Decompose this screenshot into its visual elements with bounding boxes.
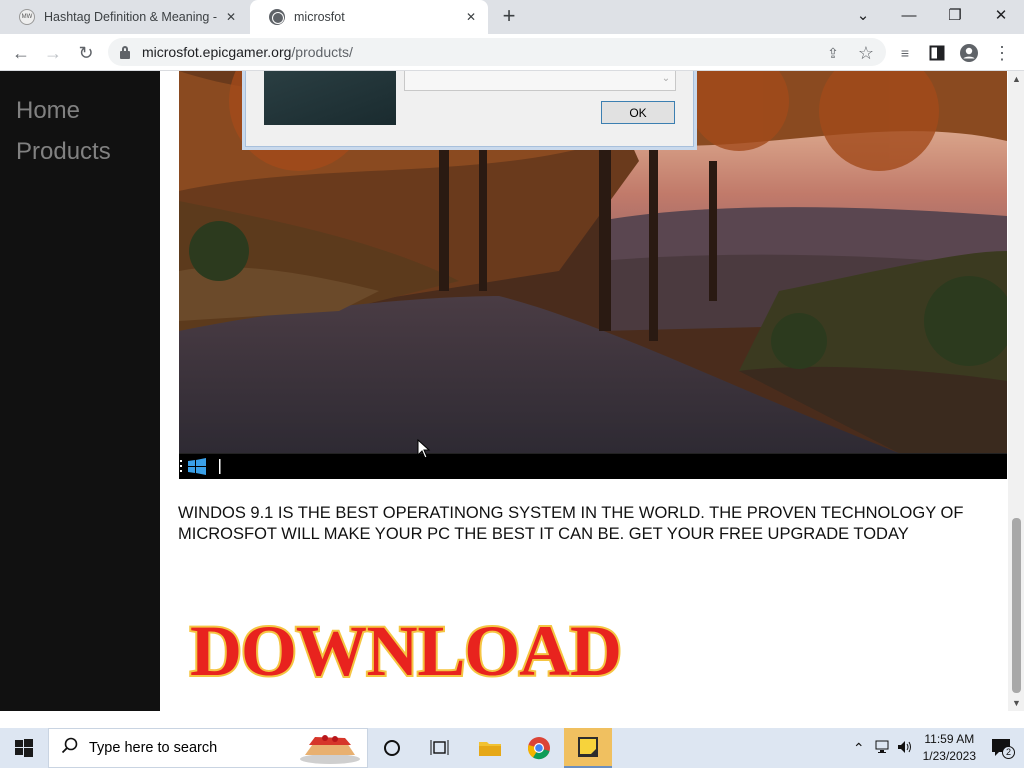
windows-logo-icon bbox=[180, 458, 221, 475]
clock-date: 1/23/2023 bbox=[922, 749, 976, 763]
dialog-preview-image bbox=[264, 71, 396, 125]
download-button[interactable]: DOWNLOAD bbox=[186, 609, 626, 693]
system-tray: ⌃ 11:59 AM 1/23/2023 2 bbox=[853, 728, 1024, 768]
forward-arrow-icon[interactable]: → bbox=[40, 40, 66, 66]
chevron-up-icon[interactable]: ⌃ bbox=[853, 740, 865, 757]
upgrade-dialog: ⌄ OK bbox=[245, 71, 694, 147]
network-icon[interactable] bbox=[875, 740, 891, 757]
sidebar-item-home[interactable]: Home bbox=[16, 97, 80, 125]
dialog-dropdown[interactable]: ⌄ bbox=[404, 71, 676, 91]
task-view-icon[interactable] bbox=[416, 728, 464, 768]
lock-icon[interactable] bbox=[119, 45, 131, 59]
product-description: WINDOS 9.1 IS THE BEST OPERATINONG SYSTE… bbox=[178, 504, 964, 543]
tab-search-chevron-icon[interactable]: ⌄ bbox=[840, 0, 886, 30]
notification-count-badge: 2 bbox=[1002, 746, 1015, 759]
merriam-webster-favicon-icon: MW bbox=[19, 9, 35, 25]
menu-kebab-icon[interactable]: ⋮ bbox=[989, 40, 1015, 66]
tab-hashtag-definition[interactable]: MW Hashtag Definition & Meaning - ✕ bbox=[0, 0, 248, 34]
chevron-down-icon: ⌄ bbox=[661, 73, 671, 84]
mouse-cursor-icon bbox=[417, 439, 431, 459]
bookmark-star-icon[interactable]: ☆ bbox=[853, 40, 879, 66]
close-window-button[interactable]: ✕ bbox=[978, 0, 1024, 30]
tab-title: microsfot bbox=[294, 10, 345, 24]
share-icon[interactable]: ⇪ bbox=[820, 40, 846, 66]
file-explorer-icon[interactable] bbox=[466, 728, 514, 768]
close-tab-icon[interactable]: ✕ bbox=[462, 8, 480, 26]
browser-toolbar: ← → ↻ microsfot.epicgamer.org/products/ … bbox=[0, 34, 1024, 71]
clock-time: 11:59 AM bbox=[924, 732, 975, 746]
windows-start-icon bbox=[15, 739, 33, 757]
search-highlight-pie-icon bbox=[297, 733, 363, 769]
notification-center-icon[interactable]: 2 bbox=[988, 734, 1016, 762]
chrome-icon[interactable] bbox=[515, 728, 563, 768]
taskbar-search-box[interactable]: Type here to search bbox=[48, 728, 368, 768]
taskbar-clock[interactable]: 11:59 AM 1/23/2023 bbox=[923, 731, 976, 765]
url-path: /products/ bbox=[291, 44, 353, 60]
cortana-icon[interactable] bbox=[368, 728, 416, 768]
search-placeholder: Type here to search bbox=[89, 740, 218, 756]
url-host: microsfot.epicgamer.org bbox=[142, 44, 292, 60]
tab-title: Hashtag Definition & Meaning - bbox=[44, 10, 218, 24]
fake-taskbar-strip bbox=[179, 453, 1007, 479]
browser-tab-bar: MW Hashtag Definition & Meaning - ✕ micr… bbox=[0, 0, 1024, 34]
sidebar: Home Products bbox=[0, 71, 160, 711]
download-label: DOWNLOAD bbox=[190, 611, 622, 691]
media-queue-icon[interactable]: ≡ bbox=[892, 40, 918, 66]
search-icon bbox=[61, 737, 79, 759]
globe-favicon-icon bbox=[269, 9, 285, 25]
back-arrow-icon[interactable]: ← bbox=[8, 40, 34, 66]
scroll-up-arrow-icon[interactable]: ▲ bbox=[1012, 74, 1021, 84]
side-panel-icon[interactable] bbox=[924, 40, 950, 66]
ok-button[interactable]: OK bbox=[601, 101, 675, 124]
sticky-notes-icon[interactable] bbox=[564, 728, 612, 768]
restore-button[interactable]: ❐ bbox=[932, 0, 978, 30]
profile-avatar-icon[interactable] bbox=[956, 40, 982, 66]
close-tab-icon[interactable]: ✕ bbox=[222, 8, 240, 26]
volume-icon[interactable] bbox=[897, 740, 913, 757]
vertical-scrollbar[interactable]: ▲ ▼ bbox=[1008, 71, 1024, 711]
page-viewport: Home Products ⌄ OK WINDOS 9.1 IS THE BES… bbox=[0, 71, 1024, 711]
reload-icon[interactable]: ↻ bbox=[73, 40, 99, 66]
sidebar-item-products[interactable]: Products bbox=[16, 138, 111, 166]
address-bar[interactable]: microsfot.epicgamer.org/products/ bbox=[108, 38, 886, 66]
windows-taskbar: Type here to search ⌃ 11:59 AM 1/23/2023… bbox=[0, 728, 1024, 768]
minimize-button[interactable]: — bbox=[886, 0, 932, 30]
start-button[interactable] bbox=[0, 728, 48, 768]
vertical-scrollbar-thumb[interactable] bbox=[1012, 518, 1021, 693]
scroll-down-arrow-icon[interactable]: ▼ bbox=[1012, 698, 1021, 708]
tab-microsfot[interactable]: microsfot ✕ bbox=[250, 0, 488, 34]
new-tab-button[interactable]: + bbox=[498, 5, 520, 28]
